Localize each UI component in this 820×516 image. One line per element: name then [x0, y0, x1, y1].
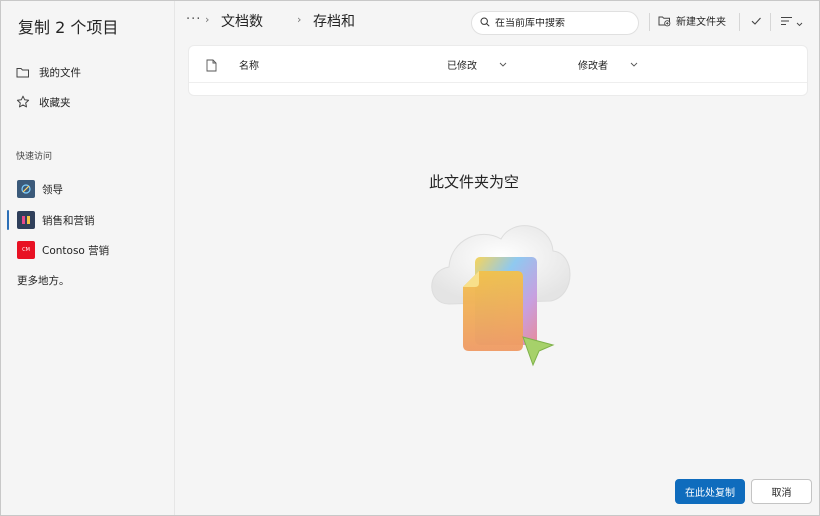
file-list: 名称 已修改 修改者	[188, 45, 808, 96]
sidebar-site-label: Contoso 营销	[42, 244, 110, 257]
breadcrumb-overflow-button[interactable]: ···	[186, 12, 201, 27]
copy-here-button[interactable]: 在此处复制	[675, 479, 745, 504]
chevron-right-icon: ›	[297, 13, 302, 26]
file-list-header: 名称 已修改 修改者	[189, 46, 807, 83]
site-thumbnail: CM	[17, 241, 35, 259]
column-header-modified[interactable]: 已修改	[447, 57, 507, 72]
site-thumbnail-text: CM	[22, 247, 30, 253]
sidebar-site-leadership[interactable]: 领导	[17, 178, 63, 200]
file-type-icon	[206, 57, 217, 76]
sidebar-site-label: 领导	[42, 183, 63, 196]
chevron-down-icon	[796, 12, 803, 31]
breadcrumb-item-documents[interactable]: 文档数	[221, 11, 263, 31]
select-checkmark-button[interactable]	[750, 12, 762, 31]
left-pane: 复制 2 个项目 我的文件 收藏夹 快速访问 领导 销售和营销 CM Conto…	[1, 1, 175, 515]
active-indicator	[7, 210, 9, 230]
chevron-down-icon	[499, 59, 507, 70]
folder-icon	[15, 64, 31, 80]
dialog-title: 复制 2 个项目	[18, 18, 119, 37]
copy-dialog: 复制 2 个项目 我的文件 收藏夹 快速访问 领导 销售和营销 CM Conto…	[0, 0, 820, 516]
sidebar-item-label: 收藏夹	[39, 96, 71, 109]
new-folder-icon	[658, 15, 671, 27]
toolbar-divider	[739, 13, 740, 31]
checkmark-icon	[750, 12, 762, 31]
star-icon	[15, 94, 31, 110]
search-input[interactable]	[495, 17, 625, 29]
breadcrumb-item-archive[interactable]: 存档和	[313, 11, 355, 31]
column-header-label: 修改者	[578, 61, 608, 72]
site-thumbnail	[17, 211, 35, 229]
sidebar-item-favorites[interactable]: 收藏夹	[15, 91, 71, 113]
sidebar-site-label: 销售和营销	[42, 214, 95, 227]
column-header-modified-by[interactable]: 修改者	[578, 57, 638, 72]
empty-folder-message: 此文件夹为空	[429, 173, 520, 191]
view-options-button[interactable]	[780, 12, 803, 31]
sidebar-site-sales-marketing[interactable]: 销售和营销	[17, 209, 95, 231]
sidebar-site-contoso-marketing[interactable]: CM Contoso 营销	[17, 239, 109, 261]
new-folder-button[interactable]: 新建文件夹	[658, 13, 726, 28]
new-folder-label: 新建文件夹	[676, 17, 726, 28]
chevron-down-icon	[630, 59, 638, 70]
sidebar-item-label: 我的文件	[39, 66, 81, 79]
search-icon	[480, 16, 490, 30]
toolbar-divider	[770, 13, 771, 31]
more-places-link[interactable]: 更多地方。	[17, 273, 70, 288]
toolbar: ··· › 文档数 › 存档和 新建文件夹	[176, 1, 819, 43]
site-thumbnail	[17, 180, 35, 198]
column-header-label: 已修改	[447, 61, 477, 72]
list-view-icon	[780, 12, 793, 31]
search-box[interactable]	[471, 11, 639, 35]
empty-folder-illustration	[419, 209, 579, 379]
column-header-label: 名称	[239, 61, 259, 72]
sidebar-item-my-files[interactable]: 我的文件	[15, 61, 81, 83]
cancel-button[interactable]: 取消	[751, 479, 812, 504]
column-header-name[interactable]: 名称	[239, 57, 259, 72]
toolbar-divider	[649, 13, 650, 31]
chevron-right-icon: ›	[205, 13, 210, 26]
quick-access-heading: 快速访问	[16, 152, 53, 162]
